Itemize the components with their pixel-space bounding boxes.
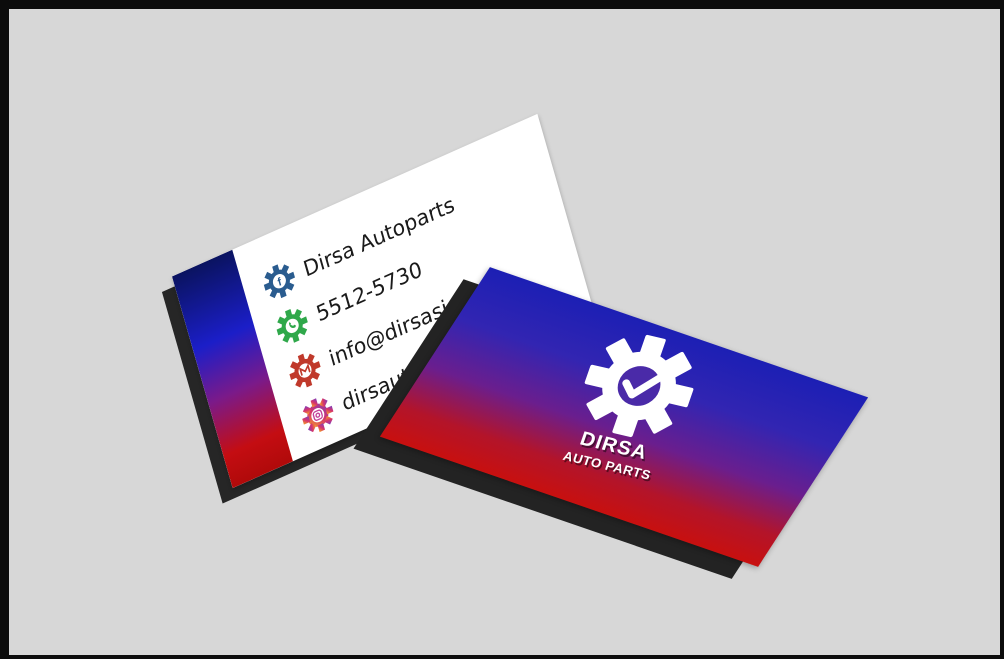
gmail-gear-icon	[289, 353, 321, 388]
whatsapp-gear-icon	[276, 308, 308, 343]
front-business-card: DIRSA AUTO PARTS	[353, 267, 869, 579]
instagram-gear-icon	[302, 398, 334, 433]
brand-logo: DIRSA AUTO PARTS	[395, 279, 853, 555]
image-frame: f Dirsa Autoparts 5512-5730 info@dirsasi…	[0, 0, 1004, 659]
facebook-gear-icon: f	[263, 264, 295, 299]
